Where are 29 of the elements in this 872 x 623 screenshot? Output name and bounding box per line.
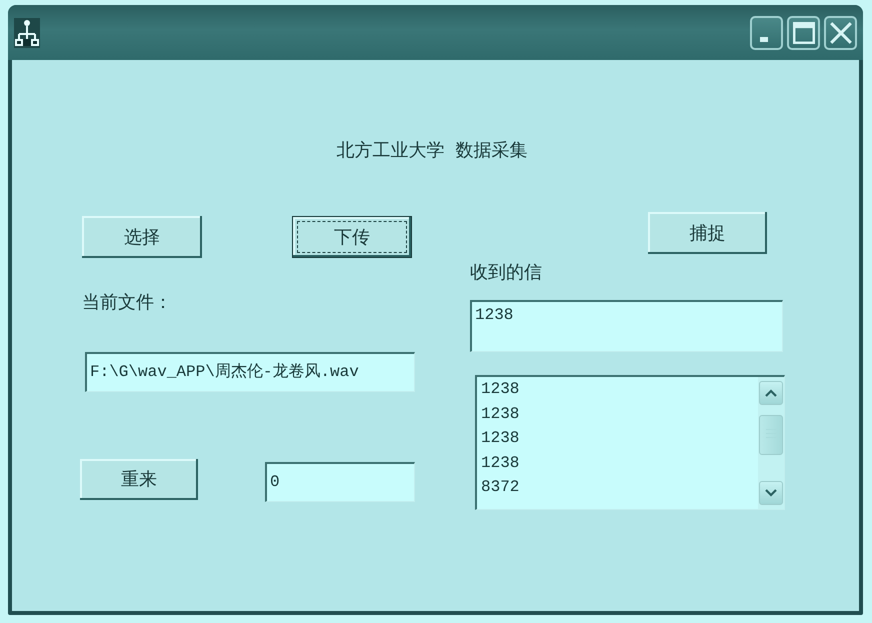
close-icon (830, 22, 852, 44)
list-item[interactable]: 1238 (477, 377, 758, 402)
received-label: 收到的信 (470, 262, 542, 284)
maximize-button[interactable] (787, 16, 820, 50)
maximize-icon (792, 22, 814, 44)
select-button[interactable]: 选择 (82, 216, 202, 258)
list-item[interactable]: 1238 (477, 450, 758, 475)
download-button[interactable]: 下传 (292, 216, 412, 258)
chevron-up-icon (765, 389, 777, 397)
dialog-heading: 北方工业大学 数据采集 (336, 140, 528, 162)
scrollbar-thumb[interactable] (759, 415, 783, 455)
scrollbar[interactable] (758, 377, 784, 509)
app-icon (14, 18, 40, 48)
file-label: 当前文件： (82, 292, 172, 314)
received-field[interactable]: 1238 (470, 300, 783, 352)
list-item[interactable]: 8372 (477, 475, 758, 500)
chevron-down-icon (765, 489, 777, 497)
minimize-icon (760, 37, 768, 42)
list-item[interactable]: 1238 (477, 426, 758, 450)
scroll-up-button[interactable] (759, 381, 783, 405)
count-field[interactable]: 0 (265, 462, 415, 502)
file-path-field[interactable]: F:\G\wav_APP\周杰伦-龙卷风.wav (85, 352, 415, 392)
scroll-down-button[interactable] (759, 481, 783, 505)
received-listbox[interactable]: 1238 1238 1238 1238 8372 (475, 375, 785, 510)
close-button[interactable] (824, 16, 857, 50)
minimize-button[interactable] (750, 16, 783, 50)
capture-button[interactable]: 捕捉 (648, 212, 767, 254)
list-item[interactable]: 1238 (477, 402, 758, 426)
reset-button[interactable]: 重来 (80, 459, 198, 500)
